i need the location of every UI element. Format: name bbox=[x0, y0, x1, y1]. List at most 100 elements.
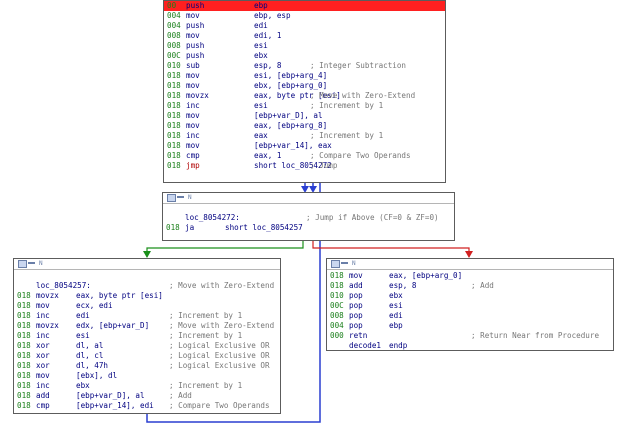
instruction-mnemonic: inc bbox=[186, 101, 200, 110]
instruction-line[interactable]: 008 mov edi, 1 bbox=[164, 31, 445, 41]
instruction-line[interactable]: 018 mov eax, [ebp+arg_8] bbox=[164, 121, 445, 131]
instruction-line[interactable]: 018 jmp short loc_8054272; Jump bbox=[164, 161, 445, 171]
edge-arrow bbox=[143, 251, 151, 258]
instruction-line[interactable]: 018 cmp eax, 1 ; Compare Two Operands bbox=[164, 151, 445, 161]
instruction-mnemonic: cmp bbox=[36, 401, 50, 410]
instruction-comment: ; Logical Exclusive OR bbox=[169, 341, 270, 350]
instruction-line[interactable]: 018 inc esi ; Increment by 1 bbox=[164, 101, 445, 111]
instruction-line[interactable]: loc_8054257: ; Move with Zero-Extend bbox=[14, 281, 280, 291]
basic-block-epilogue[interactable]: N 018 mov eax, [ebp+arg_0] 018 add esp, 8 ; Ad… bbox=[326, 258, 614, 351]
instruction-operands: endp bbox=[389, 341, 408, 350]
edge-false-branch bbox=[312, 239, 470, 257]
instruction-line[interactable]: 018 inc eax ; Increment by 1 bbox=[164, 131, 445, 141]
instruction-operands: esi bbox=[254, 101, 268, 110]
instruction-comment: ; Move with Zero-Extend bbox=[169, 321, 275, 330]
instruction-line[interactable]: 010 pop ebx bbox=[327, 291, 613, 301]
instruction-line[interactable]: 018 movzx edx, [ebp+var_D] ; Move with Zero… bbox=[14, 321, 280, 331]
instruction-line[interactable]: 018 mov esi, [ebp+arg_4] bbox=[164, 71, 445, 81]
block-title: N bbox=[188, 194, 192, 201]
instruction-comment: ; Increment by 1 bbox=[169, 331, 243, 340]
instruction-mnemonic: mov bbox=[186, 121, 200, 130]
instruction-operands: eax, 1 bbox=[254, 151, 282, 160]
instruction-mnemonic: mov bbox=[186, 141, 200, 150]
instruction-comment: ; Return Near from Procedure bbox=[471, 331, 600, 340]
instruction-line[interactable]: 00C push ebx bbox=[164, 51, 445, 61]
instruction-operands: ebx, [ebp+arg_0] bbox=[254, 81, 328, 90]
instruction-comment: ; Compare Two Operands bbox=[310, 151, 411, 160]
instruction-comment: ; Compare Two Operands bbox=[169, 401, 270, 410]
instruction-line[interactable]: 018 inc ebx ; Increment by 1 bbox=[14, 381, 280, 391]
instruction-mnemonic: mov bbox=[36, 371, 50, 380]
instruction-line[interactable]: 018 movzx eax, byte ptr [esi]; Move with Z… bbox=[164, 91, 445, 101]
instruction-line[interactable]: 004 mov ebp, esp bbox=[164, 11, 445, 21]
instruction-operands: eax, byte ptr [esi] bbox=[76, 291, 163, 300]
instruction-line[interactable]: 018 xor dl, al ; Logical Exclusive OR bbox=[14, 341, 280, 351]
basic-block-entry[interactable]: 00 push ebp 004 mov ebp, esp 004 push edi 008 mov e… bbox=[163, 0, 446, 183]
instruction-line[interactable]: 018 inc edi ; Increment by 1 bbox=[14, 311, 280, 321]
instruction-address: 018 bbox=[167, 121, 181, 130]
instruction-line[interactable]: 018 inc esi ; Increment by 1 bbox=[14, 331, 280, 341]
instruction-line[interactable]: 00 push ebp bbox=[164, 1, 445, 11]
instruction-operands: ebx bbox=[76, 381, 90, 390]
block-header: N bbox=[163, 193, 454, 204]
instruction-line[interactable]: 008 pop edi bbox=[327, 311, 613, 321]
instruction-line[interactable]: 018 movzx eax, byte ptr [esi] bbox=[14, 291, 280, 301]
instruction-mnemonic: mov bbox=[36, 301, 50, 310]
instruction-mnemonic: xor bbox=[36, 351, 50, 360]
instruction-comment: ; Increment by 1 bbox=[169, 311, 243, 320]
instruction-line[interactable]: 018 mov [ebp+var_14], eax bbox=[164, 141, 445, 151]
instruction-address: 018 bbox=[167, 141, 181, 150]
instruction-address: 018 bbox=[167, 151, 181, 160]
instruction-operands: [ebp+var_14], edi bbox=[76, 401, 154, 410]
instruction-address: 018 bbox=[330, 281, 344, 290]
instruction-address: 018 bbox=[17, 371, 31, 380]
instruction-line[interactable]: 018 ja short loc_8054257 bbox=[163, 223, 454, 233]
instruction-line[interactable]: 018 mov ebx, [ebp+arg_0] bbox=[164, 81, 445, 91]
instruction-operands: edi bbox=[254, 21, 268, 30]
instruction-line[interactable]: 018 cmp [ebp+var_14], edi ; Compare Two Ope… bbox=[14, 401, 280, 411]
instruction-line[interactable]: loc_8054272: ; Jump if Above (CF=0 & ZF=0… bbox=[163, 213, 454, 223]
instruction-operands: loc_8054257: bbox=[36, 281, 91, 290]
instruction-mnemonic: push bbox=[186, 41, 205, 50]
instruction-operands: short loc_8054257 bbox=[225, 223, 303, 232]
instruction-line[interactable]: decode1 endp bbox=[327, 341, 613, 350]
instruction-line[interactable]: 004 push edi bbox=[164, 21, 445, 31]
instruction-address: 018 bbox=[330, 271, 344, 280]
instruction-address: 00C bbox=[167, 51, 181, 60]
instruction-line[interactable]: 018 mov [ebx], dl bbox=[14, 371, 280, 381]
instruction-line[interactable]: 018 add [ebp+var_D], al ; Add bbox=[14, 391, 280, 401]
instruction-line[interactable]: 018 xor dl, cl ; Logical Exclusive OR bbox=[14, 351, 280, 361]
instruction-operands: ebp bbox=[254, 1, 268, 10]
instruction-line[interactable]: 008 push esi bbox=[164, 41, 445, 51]
instruction-mnemonic: movzx bbox=[186, 91, 209, 100]
instruction-line[interactable]: 000 retn ; Return Near from Procedure bbox=[327, 331, 613, 341]
instruction-address: 018 bbox=[167, 101, 181, 110]
instruction-line[interactable]: 018 mov ecx, edi bbox=[14, 301, 280, 311]
instruction-line[interactable]: 010 sub esp, 8 ; Integer Subtraction bbox=[164, 61, 445, 71]
instruction-line[interactable]: 018 xor dl, 47h ; Logical Exclusive OR bbox=[14, 361, 280, 371]
instruction-mnemonic: push bbox=[186, 21, 205, 30]
block-icon bbox=[167, 194, 176, 202]
basic-block-loc-8054272[interactable]: N loc_8054272: ; Jump if Above (CF=0 & ZF… bbox=[162, 192, 455, 241]
instruction-mnemonic: sub bbox=[186, 61, 200, 70]
instruction-mnemonic: cmp bbox=[186, 151, 200, 160]
instruction-address: 004 bbox=[167, 11, 181, 20]
block-icon bbox=[331, 260, 340, 268]
instruction-mnemonic: pop bbox=[349, 301, 363, 310]
instruction-operands: [ebx], dl bbox=[76, 371, 118, 380]
instruction-mnemonic: inc bbox=[36, 311, 50, 320]
instruction-mnemonic: decode1 bbox=[349, 341, 382, 350]
instruction-line[interactable]: 018 add esp, 8 ; Add bbox=[327, 281, 613, 291]
instruction-line[interactable]: 00C pop esi bbox=[327, 301, 613, 311]
instruction-operands: esi, [ebp+arg_4] bbox=[254, 71, 328, 80]
instruction-operands: dl, 47h bbox=[76, 361, 109, 370]
instruction-mnemonic: movzx bbox=[36, 291, 59, 300]
instruction-line[interactable]: 018 mov [ebp+var_D], al bbox=[164, 111, 445, 121]
link-icon bbox=[28, 262, 35, 264]
instruction-line[interactable]: 004 pop ebp bbox=[327, 321, 613, 331]
basic-block-loc-8054257[interactable]: N loc_8054257:; Move with Zero-Extend 018… bbox=[13, 258, 281, 414]
instruction-mnemonic: push bbox=[186, 1, 205, 10]
instruction-address: 010 bbox=[330, 291, 344, 300]
instruction-line[interactable]: 018 mov eax, [ebp+arg_0] bbox=[327, 271, 613, 281]
instruction-operands: [ebp+var_14], eax bbox=[254, 141, 332, 150]
